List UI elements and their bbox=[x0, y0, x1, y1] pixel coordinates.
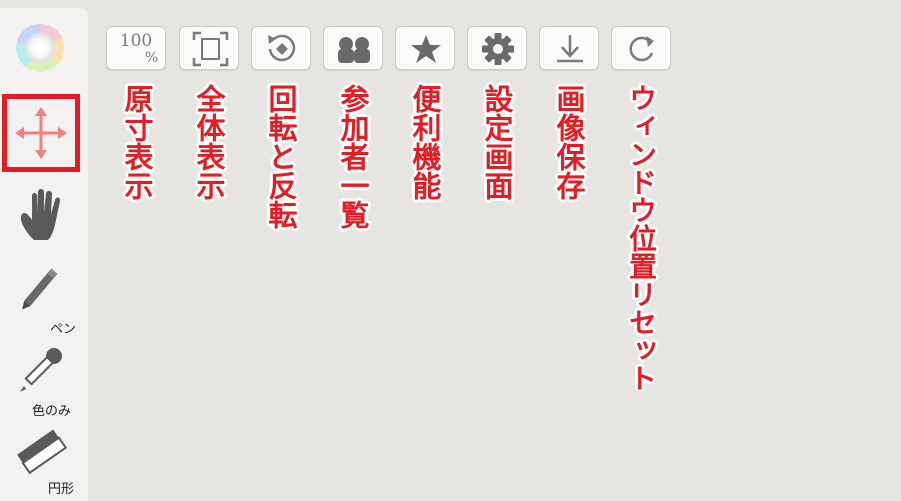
color-picker-tool[interactable] bbox=[0, 22, 88, 72]
annotation-participants: 参加者一覧 bbox=[336, 84, 370, 229]
participants-button[interactable] bbox=[323, 26, 383, 70]
eyedropper-label: 色のみ bbox=[32, 404, 72, 419]
settings-button[interactable] bbox=[467, 26, 527, 70]
participants-icon bbox=[338, 37, 370, 63]
refresh-icon bbox=[629, 36, 654, 62]
rotate-flip-button[interactable] bbox=[251, 26, 311, 70]
eraser-label: 円形 bbox=[48, 482, 75, 497]
pen-label: ペン bbox=[50, 322, 77, 337]
pen-icon bbox=[22, 268, 58, 310]
save-image-button[interactable] bbox=[539, 26, 599, 70]
annotation-rotate-flip: 回転と反転 bbox=[264, 84, 298, 229]
pen-tool[interactable]: ペン bbox=[0, 264, 88, 337]
favorites-button[interactable] bbox=[395, 26, 455, 70]
eyedropper-icon bbox=[20, 348, 62, 392]
reset-window-button[interactable] bbox=[611, 26, 671, 70]
color-wheel-icon bbox=[16, 23, 65, 72]
eyedropper-tool[interactable]: 色のみ bbox=[0, 346, 88, 419]
annotation-reset-window: ウィンドウ位置リセット bbox=[625, 84, 658, 392]
actual-size-button[interactable]: 100 % bbox=[106, 26, 166, 70]
eraser-icon bbox=[17, 429, 68, 475]
fit-screen-icon bbox=[192, 31, 229, 67]
fit-screen-button[interactable] bbox=[179, 26, 239, 70]
actual-size-percent: % bbox=[145, 50, 159, 66]
annotation-save-image: 画像保存 bbox=[552, 84, 586, 200]
annotation-settings: 設定画面 bbox=[480, 84, 514, 200]
star-icon bbox=[411, 35, 441, 63]
download-icon bbox=[557, 35, 583, 63]
tool-palette: ペン 色のみ 円形 bbox=[0, 8, 88, 501]
actual-size-number: 100 bbox=[119, 31, 153, 51]
eraser-tool[interactable]: 円形 bbox=[0, 428, 88, 498]
annotation-favorites: 便利機能 bbox=[408, 84, 442, 200]
annotation-actual-size: 原寸表示 bbox=[120, 84, 154, 200]
move-arrows-icon bbox=[15, 107, 67, 159]
hand-tool[interactable] bbox=[0, 186, 88, 246]
annotation-fit-screen: 全体表示 bbox=[192, 84, 226, 200]
gear-icon bbox=[482, 33, 514, 65]
move-tool[interactable] bbox=[2, 94, 80, 172]
hand-icon bbox=[20, 189, 61, 240]
rotate-flip-icon bbox=[268, 34, 296, 62]
